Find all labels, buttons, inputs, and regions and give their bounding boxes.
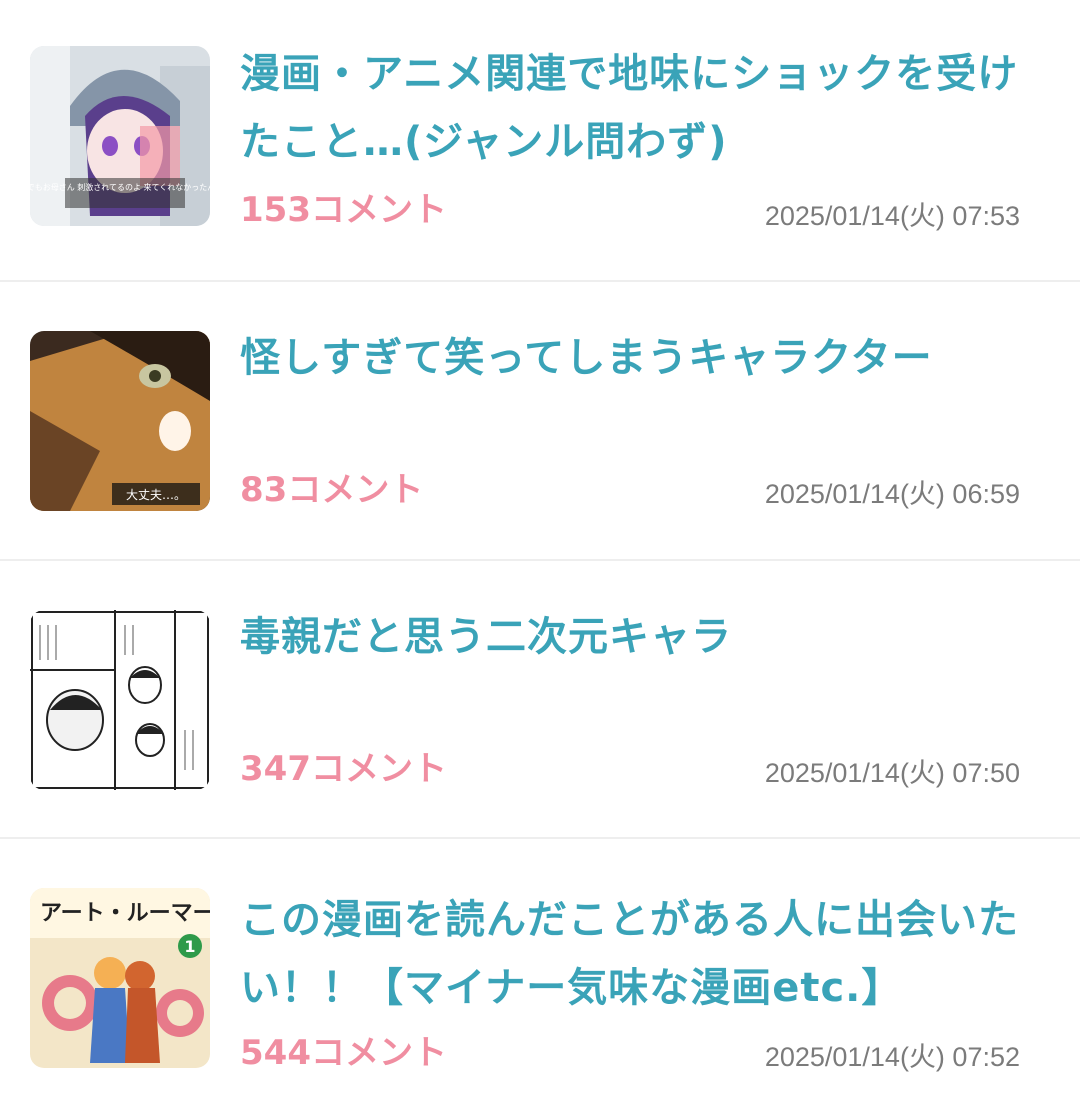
comment-count: 83コメント (240, 470, 424, 510)
article-thumbnail[interactable]: アート・ルーマー 1 (30, 888, 210, 1068)
anime-girl-image: でもお母さん 刺激されてるのよ 来てくれなかったんだ (30, 46, 210, 226)
article-title[interactable]: 毒親だと思う二次元キャラ (240, 603, 1040, 671)
post-date: 2025/01/14(火) 06:59 (764, 479, 1020, 509)
post-date: 2025/01/14(火) 07:50 (764, 758, 1020, 788)
list-item[interactable]: 大丈夫…。 怪しすぎて笑ってしまうキャラクター 83コメント 2025/01/1… (0, 282, 1080, 560)
article-thumbnail[interactable]: でもお母さん 刺激されてるのよ 来てくれなかったんだ (30, 46, 210, 226)
cover-logo: アート・ルーマー (40, 901, 210, 926)
article-title[interactable]: 怪しすぎて笑ってしまうキャラクター (240, 324, 1040, 392)
thumbnail-caption: 大丈夫…。 (126, 488, 186, 502)
list-item[interactable]: アート・ルーマー 1 この漫画を読んだことがある人に出会いたい！！【マイナー気味… (0, 839, 1080, 1107)
manga-page-image (30, 610, 210, 790)
comment-count: 544コメント (240, 1033, 447, 1073)
article-title[interactable]: この漫画を読んだことがある人に出会いたい！！【マイナー気味な漫画etc.】 (240, 886, 1040, 1022)
list-item[interactable]: でもお母さん 刺激されてるのよ 来てくれなかったんだ 漫画・アニメ関連で地味にシ… (0, 0, 1080, 282)
post-date: 2025/01/14(火) 07:52 (764, 1042, 1020, 1072)
anime-character-image: 大丈夫…。 (30, 331, 210, 511)
article-list: でもお母さん 刺激されてるのよ 来てくれなかったんだ 漫画・アニメ関連で地味にシ… (0, 0, 1080, 1107)
article-title[interactable]: 漫画・アニメ関連で地味にショックを受けたこと…(ジャンル問わず) (240, 40, 1040, 176)
thumbnail-caption: でもお母さん 刺激されてるのよ 来てくれなかったんだ (30, 182, 210, 192)
comment-count: 153コメント (240, 190, 447, 230)
article-thumbnail[interactable] (30, 610, 210, 790)
manga-cover-image: アート・ルーマー 1 (30, 888, 210, 1068)
list-item[interactable]: 毒親だと思う二次元キャラ 347コメント 2025/01/14(火) 07:50 (0, 561, 1080, 837)
article-thumbnail[interactable]: 大丈夫…。 (30, 331, 210, 511)
comment-count: 347コメント (240, 749, 447, 789)
post-date: 2025/01/14(火) 07:53 (764, 201, 1020, 231)
volume-number: 1 (184, 937, 195, 956)
